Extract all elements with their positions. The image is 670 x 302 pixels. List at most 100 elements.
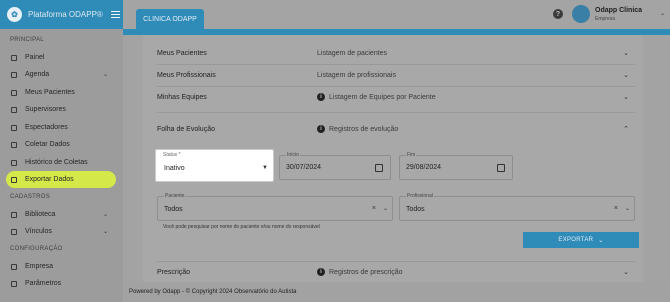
accordion-desc: Registros de prescrição — [329, 268, 403, 276]
info-icon: i — [317, 268, 325, 276]
sidebar-item-agenda[interactable]: Agenda ⌄ — [6, 66, 116, 83]
status-value: Inativo — [164, 165, 185, 172]
sidebar-item-label: Biblioteca — [25, 211, 56, 218]
accordion-label: Minhas Equipes — [157, 93, 207, 101]
sidebar-item-exportar-dados[interactable]: Exportar Dados — [6, 171, 116, 188]
clear-icon[interactable]: × — [614, 205, 618, 212]
sidebar-item-coletar-dados[interactable]: Coletar Dados — [6, 136, 116, 153]
sidebar: ✿ Plataforma ODAPP® PRINCIPAL Painel Age… — [0, 0, 123, 302]
sidebar-item-label: Meus Pacientes — [25, 89, 75, 96]
accordion-label: Meus Pacientes — [157, 49, 207, 57]
sidebar-item-label: Vínculos — [25, 228, 52, 235]
chevron-down-icon: ⌄ — [598, 237, 604, 244]
sidebar-item-label: Parâmetros — [25, 280, 62, 287]
chevron-down-icon: ⌄ — [623, 269, 629, 276]
sidebar-item-vinculos[interactable]: Vínculos ⌄ — [6, 223, 116, 240]
status-label: Status * — [162, 152, 182, 158]
caret-down-icon: ▼ — [262, 165, 268, 171]
user-role: Empresa — [595, 16, 616, 22]
sidebar-item-meus-pacientes[interactable]: Meus Pacientes — [6, 84, 116, 101]
sidebar-item-label: Coletar Dados — [25, 141, 70, 148]
status-select[interactable]: Status * Inativo ▼ — [155, 149, 274, 182]
eye-icon — [11, 124, 17, 131]
sidebar-item-label: Histórico de Coletas — [25, 159, 88, 166]
sidebar-item-label: Painel — [25, 54, 45, 61]
sidebar-item-supervisores[interactable]: Supervisores — [6, 101, 116, 118]
paciente-value: Todos — [164, 206, 183, 213]
sidebar-header: ✿ Plataforma ODAPP® — [0, 0, 123, 29]
history-icon — [11, 159, 17, 166]
accordion-minhas-equipes[interactable]: Minhas Equipes i Listagem de Equipes por … — [157, 86, 635, 108]
profissional-select[interactable]: Profissional Todos × ⌄ — [399, 193, 635, 221]
section-cadastros: CADASTROS — [10, 194, 51, 200]
edit-icon — [11, 141, 17, 148]
divider — [157, 112, 635, 113]
sidebar-item-espectadores[interactable]: Espectadores — [6, 119, 116, 136]
accordion-meus-pacientes[interactable]: Meus Pacientes Listagem de pacientes ⌄ — [157, 42, 635, 64]
export-icon — [11, 176, 17, 183]
users-icon — [11, 89, 17, 96]
sidebar-item-label: Empresa — [25, 263, 54, 270]
paciente-label: Paciente — [164, 193, 186, 199]
paciente-hint: Você pode pesquisar por nome do paciente… — [163, 224, 320, 230]
gear-icon — [11, 280, 17, 287]
calendar-icon — [11, 71, 17, 78]
inicio-label: Início — [286, 152, 300, 158]
sidebar-item-empresa[interactable]: Empresa — [6, 258, 116, 275]
inicio-date-field[interactable]: Início 30/07/2024 — [279, 152, 391, 180]
fim-date-field[interactable]: Fim 29/08/2024 — [399, 152, 513, 180]
accordion-folha-evolucao[interactable]: Folha de Evolução i Registros de evolução… — [157, 118, 635, 140]
user-name: Odapp Clinica — [595, 7, 643, 14]
accordion-desc: Registros de evolução — [329, 125, 399, 133]
book-icon — [11, 211, 17, 218]
tab-clinica[interactable]: CLINICA ODAPP — [136, 9, 204, 29]
accordion-desc: Listagem de pacientes — [317, 49, 388, 57]
supervisor-icon — [11, 106, 17, 113]
dashboard-icon — [11, 54, 17, 61]
sidebar-item-label: Exportar Dados — [25, 176, 74, 183]
sidebar-item-label: Supervisores — [25, 106, 66, 113]
accordion-desc-wrap: i Listagem de Equipes por Paciente — [317, 93, 436, 101]
chevron-down-icon: ⌄ — [623, 94, 629, 101]
chevron-down-icon: ⌄ — [102, 212, 108, 218]
chevron-down-icon: ⌄ — [623, 72, 629, 79]
menu-toggle-icon[interactable] — [110, 11, 120, 18]
sidebar-item-parametros[interactable]: Parâmetros — [6, 275, 116, 292]
chevron-down-icon[interactable]: ⌄ — [625, 205, 630, 212]
accordion-desc: Listagem de profissionais — [317, 71, 396, 79]
calendar-icon[interactable] — [375, 164, 383, 172]
chevron-down-icon: ⌄ — [623, 50, 629, 57]
accordion-label: Folha de Evolução — [157, 125, 215, 133]
fim-label: Fim — [406, 152, 417, 158]
chevron-down-icon: ⌄ — [102, 229, 108, 235]
paciente-select[interactable]: Paciente Todos × ⌄ — [157, 193, 393, 221]
accordion-prescricao[interactable]: Prescrição i Registros de prescrição ⌄ — [157, 261, 635, 283]
link-icon — [11, 228, 17, 235]
chevron-down-icon[interactable]: ⌄ — [660, 10, 665, 17]
help-icon[interactable]: ? — [553, 9, 563, 19]
chevron-down-icon[interactable]: ⌄ — [383, 205, 388, 212]
accordion-desc-wrap: i Registros de evolução — [317, 125, 398, 133]
sidebar-item-painel[interactable]: Painel — [6, 49, 116, 66]
info-icon: i — [317, 125, 325, 133]
accordion-meus-profissionais[interactable]: Meus Profissionais Listagem de profissio… — [157, 64, 635, 86]
sidebar-item-biblioteca[interactable]: Biblioteca ⌄ — [6, 206, 116, 223]
accordion-desc: Listagem de Equipes por Paciente — [329, 93, 436, 101]
accordion-label: Prescrição — [157, 268, 191, 276]
sidebar-item-historico[interactable]: Histórico de Coletas — [6, 154, 116, 171]
sidebar-item-label: Espectadores — [25, 124, 68, 131]
accordion-label: Meus Profissionais — [157, 71, 216, 79]
brand-name: Plataforma ODAPP® — [28, 10, 103, 19]
calendar-icon[interactable] — [497, 164, 505, 172]
sidebar-item-label: Agenda — [25, 71, 50, 78]
footer: Powered by Odapp - © Copyright 2024 Obse… — [123, 282, 670, 302]
avatar[interactable] — [572, 5, 590, 23]
export-label: EXPORTAR — [558, 237, 594, 243]
building-icon — [11, 263, 17, 270]
fim-value: 29/08/2024 — [406, 164, 442, 171]
export-button[interactable]: EXPORTAR ⌄ — [523, 232, 639, 248]
profissional-label: Profissional — [406, 193, 434, 199]
section-configuracao: CONFIGURAÇÃO — [10, 246, 63, 252]
accordion-desc-wrap: i Registros de prescrição — [317, 268, 403, 276]
clear-icon[interactable]: × — [372, 205, 376, 212]
